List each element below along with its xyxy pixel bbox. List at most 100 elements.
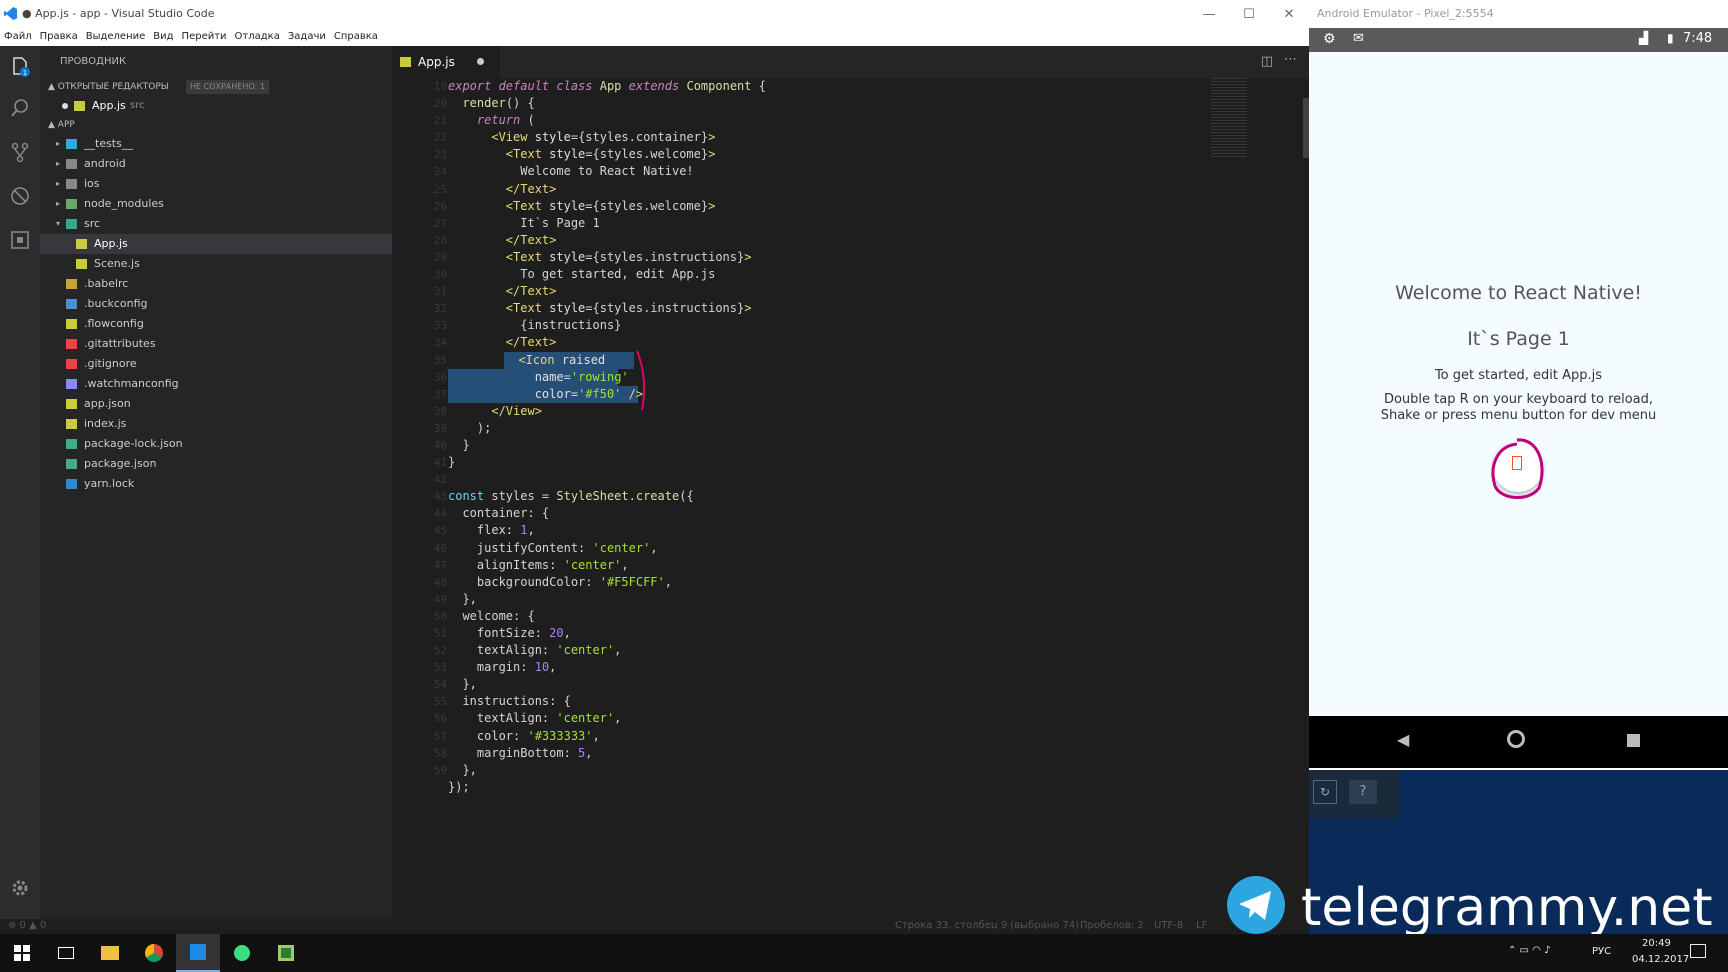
file-explorer-icon[interactable]	[88, 934, 132, 972]
open-editor-item[interactable]: App.js src	[40, 96, 392, 116]
folder-item[interactable]: ▸ __tests__	[40, 134, 392, 154]
chrome-icon[interactable]	[132, 934, 176, 972]
android-status-bar: ⚙ ✉ ▟ ▮ 7:48	[1309, 28, 1728, 52]
file-item[interactable]: .watchmanconfig	[40, 374, 392, 394]
encoding[interactable]: UTF-8	[1154, 920, 1183, 931]
indent-spaces[interactable]: Пробелов: 2	[1080, 920, 1144, 931]
annotation-circle	[1491, 438, 1544, 499]
tree-item-label: .gitattributes	[84, 337, 156, 350]
tree-item-label: Scene.js	[94, 257, 140, 270]
extensions-icon[interactable]	[0, 220, 40, 260]
file-item[interactable]: App.js	[40, 234, 392, 254]
chevron-icon: ▸	[56, 159, 61, 168]
folder-item[interactable]: ▸ ios	[40, 174, 392, 194]
explorer-icon[interactable]: 1	[0, 46, 40, 86]
tree-item-label: .flowconfig	[84, 317, 144, 330]
folder-icon	[66, 199, 77, 209]
code-editor[interactable]: 19 20 21 22 23 24 25 26 27 28 29 30 31 32 33 34 35 36 37 38…	[392, 78, 1309, 919]
menu-view[interactable]: Вид	[153, 28, 173, 46]
file-item[interactable]: yarn.lock	[40, 474, 392, 494]
status-bar: ⊗ 0 ▲ 0 Строка 33, столбец 9 (выбрано 74…	[0, 919, 1309, 934]
tree-item-label: ios	[84, 177, 100, 190]
task-view-icon[interactable]	[44, 934, 88, 972]
split-editor-icon[interactable]: ◫	[1261, 54, 1273, 69]
back-button[interactable]: ◀	[1397, 730, 1409, 749]
rotate-icon[interactable]: ↻	[1313, 780, 1337, 804]
emulator-title: Android Emulator - Pixel_2:5554	[1309, 0, 1728, 28]
tree-item-label: __tests__	[84, 137, 133, 150]
menu-help[interactable]: Справка	[334, 28, 378, 46]
settings-gear-icon[interactable]	[0, 868, 40, 908]
tree-item-label: App.js	[94, 237, 128, 250]
mail-icon: ✉	[1353, 31, 1364, 46]
close-button[interactable]: ✕	[1269, 0, 1309, 28]
open-editors-header[interactable]: ▲ ОТКРЫТЫЕ РЕДАКТОРЫ НЕ СОХРАНЕНО: 1	[40, 78, 392, 96]
menu-debug[interactable]: Отладка	[235, 28, 280, 46]
menu-file[interactable]: Файл	[4, 28, 32, 46]
action-center-icon[interactable]	[1690, 944, 1706, 958]
help-icon[interactable]: ?	[1349, 780, 1377, 804]
menu-selection[interactable]: Выделение	[86, 28, 146, 46]
file-item[interactable]: .gitignore	[40, 354, 392, 374]
project-header[interactable]: ▲ APP	[40, 116, 392, 134]
file-icon	[66, 379, 77, 389]
file-icon	[66, 279, 77, 289]
tray-icons[interactable]: ⌃ ▭ ◠ ♪	[1508, 945, 1550, 956]
file-item[interactable]: app.json	[40, 394, 392, 414]
unsaved-badge: НЕ СОХРАНЕНО: 1	[186, 80, 269, 94]
debug-icon[interactable]	[0, 176, 40, 216]
tree-item-label: package.json	[84, 457, 157, 470]
home-button[interactable]	[1507, 730, 1525, 748]
menu-tasks[interactable]: Задачи	[288, 28, 326, 46]
android-emulator-window: Android Emulator - Pixel_2:5554 ⚙ ✉ ▟ ▮ …	[1309, 0, 1728, 770]
file-item[interactable]: .gitattributes	[40, 334, 392, 354]
file-item[interactable]: .buckconfig	[40, 294, 392, 314]
start-button[interactable]	[0, 934, 44, 972]
file-item[interactable]: index.js	[40, 414, 392, 434]
file-icon	[66, 419, 77, 429]
line-numbers: 19 20 21 22 23 24 25 26 27 28 29 30 31 32 33 34 35 36 37 38…	[433, 80, 447, 777]
menu-go[interactable]: Перейти	[182, 28, 227, 46]
menu-edit[interactable]: Правка	[40, 28, 78, 46]
cursor-position[interactable]: Строка 33, столбец 9 (выбрано 74)	[895, 920, 1079, 931]
watermark: telegrammy.net	[1225, 876, 1725, 938]
page-text: It`s Page 1	[1467, 328, 1570, 350]
android-studio-icon[interactable]	[220, 934, 264, 972]
file-icon	[66, 439, 77, 449]
taskbar-date[interactable]: 04.12.2017	[1632, 954, 1689, 965]
vscode-taskbar-icon[interactable]	[176, 934, 220, 972]
problems-count[interactable]: ⊗ 0 ▲ 0	[8, 920, 46, 931]
app-icon[interactable]	[264, 934, 308, 972]
tree-item-label: .babelrc	[84, 277, 129, 290]
more-actions-icon[interactable]: ⋯	[1284, 52, 1297, 67]
source-control-icon[interactable]	[0, 132, 40, 172]
unsaved-dot-icon[interactable]	[477, 58, 484, 65]
line-ending[interactable]: LF	[1196, 920, 1207, 931]
file-item[interactable]: Scene.js	[40, 254, 392, 274]
app-screen: Welcome to React Native! It`s Page 1 To …	[1309, 52, 1728, 716]
file-item[interactable]: .flowconfig	[40, 314, 392, 334]
search-icon[interactable]	[0, 88, 40, 128]
folder-item[interactable]: ▸ android	[40, 154, 392, 174]
file-item[interactable]: package-lock.json	[40, 434, 392, 454]
maximize-button[interactable]: ☐	[1229, 0, 1269, 28]
minimap[interactable]	[1203, 78, 1249, 178]
language-indicator[interactable]: РУС	[1592, 946, 1611, 957]
file-item[interactable]: .babelrc	[40, 274, 392, 294]
file-icon	[66, 479, 77, 489]
code-content: export default class App extends Compone…	[448, 79, 766, 794]
recents-button[interactable]	[1627, 734, 1640, 747]
explorer-sidebar: ПРОВОДНИК ▲ ОТКРЫТЫЕ РЕДАКТОРЫ НЕ СОХРАН…	[40, 46, 392, 919]
minimize-button[interactable]: —	[1189, 0, 1229, 28]
taskbar-time[interactable]: 20:49	[1642, 938, 1671, 949]
folder-item[interactable]: ▾ src	[40, 214, 392, 234]
signal-icon: ▟	[1639, 31, 1649, 45]
tree-item-label: .buckconfig	[84, 297, 148, 310]
folder-item[interactable]: ▸ node_modules	[40, 194, 392, 214]
tab-label: App.js	[418, 55, 455, 69]
file-item[interactable]: package.json	[40, 454, 392, 474]
tree-item-label: .watchmanconfig	[84, 377, 179, 390]
tab-app-js[interactable]: App.js	[392, 46, 500, 78]
folder-icon	[66, 179, 77, 189]
tree-item-label: index.js	[84, 417, 127, 430]
